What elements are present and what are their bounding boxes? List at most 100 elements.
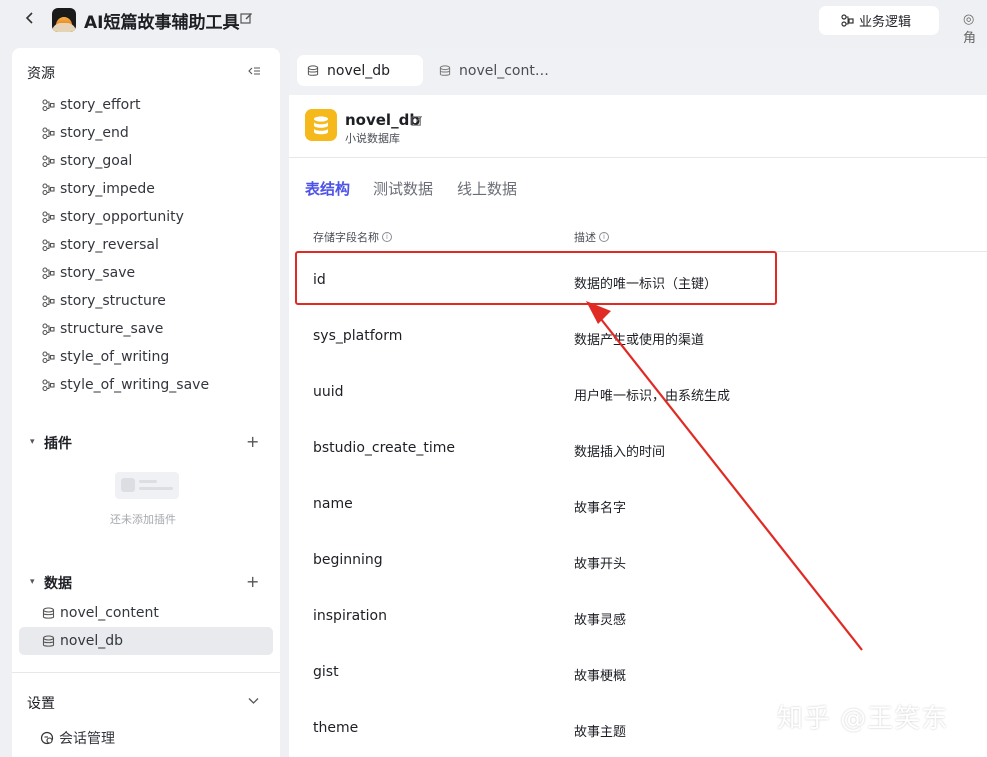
workflow-icon xyxy=(42,99,55,111)
column-header-desc: 描述 i xyxy=(574,229,609,245)
table-row-field: name xyxy=(313,496,353,512)
workflow-icon xyxy=(42,267,55,279)
table-row-field: bstudio_create_time xyxy=(313,440,455,456)
resource-item[interactable]: story_impede xyxy=(42,175,155,203)
data-title: 数据 xyxy=(44,576,72,592)
settings-item-session[interactable]: 会话管理 xyxy=(40,724,115,752)
database-name: novel_db xyxy=(345,111,421,129)
data-item-label: novel_db xyxy=(60,633,123,649)
table-row-field: uuid xyxy=(313,384,344,400)
table-row-field: inspiration xyxy=(313,608,387,624)
empty-plugins-illustration xyxy=(115,472,179,499)
subtab-test-data[interactable]: 测试数据 xyxy=(373,178,433,199)
column-header-field-label: 存储字段名称 xyxy=(313,231,379,244)
settings-item-label: 会话管理 xyxy=(59,731,115,747)
data-caret-icon[interactable]: ▾ xyxy=(30,577,35,587)
app-logo xyxy=(52,8,76,32)
tab-business-logic-label: 业务逻辑 xyxy=(859,15,912,30)
resource-item[interactable]: style_of_writing_save xyxy=(42,371,209,399)
workflow-icon xyxy=(42,323,55,335)
resource-item[interactable]: story_reversal xyxy=(42,231,159,259)
database-description: 小说数据库 xyxy=(345,132,400,145)
workflow-icon xyxy=(42,351,55,363)
workflow-icon xyxy=(42,379,55,391)
table-row-field: gist xyxy=(313,664,339,680)
table-row-field: theme xyxy=(313,720,359,736)
session-icon xyxy=(40,731,54,745)
tab-next[interactable]: ◎ 角 xyxy=(963,12,987,46)
main-panel: novel_db novel_cont… novel_db 小说数据库 表结构 … xyxy=(289,48,987,757)
resource-item-label: story_opportunity xyxy=(60,209,184,225)
back-icon[interactable] xyxy=(24,10,40,30)
resource-item[interactable]: story_end xyxy=(42,119,129,147)
resource-item[interactable]: story_effort xyxy=(42,91,140,119)
sidebar-divider xyxy=(12,672,280,673)
resource-item-label: story_save xyxy=(60,265,136,281)
table-header-divider xyxy=(305,251,987,252)
sidebar: 资源 story_effort story_end story_goal story_… xyxy=(12,48,280,757)
table-row-desc: 故事主题 xyxy=(574,725,627,740)
database-icon xyxy=(307,64,319,76)
resource-item[interactable]: style_of_writing xyxy=(42,343,169,371)
edit-icon[interactable] xyxy=(240,12,254,26)
resource-item-label: style_of_writing_save xyxy=(60,377,210,393)
table-row-desc: 数据的唯一标识（主键） xyxy=(574,277,718,292)
resource-item-label: story_structure xyxy=(60,293,166,309)
table-row-desc: 故事灵感 xyxy=(574,613,627,628)
data-item-novel-content[interactable]: novel_content xyxy=(42,599,159,627)
info-icon[interactable]: i xyxy=(382,232,392,242)
data-item-label: novel_content xyxy=(60,605,159,621)
resource-item-label: story_reversal xyxy=(60,237,159,253)
add-plugin-button[interactable]: + xyxy=(246,432,259,451)
resource-item-label: story_end xyxy=(60,125,129,141)
plugins-caret-icon[interactable]: ▾ xyxy=(30,437,35,447)
resources-title: 资源 xyxy=(27,66,55,82)
add-data-button[interactable]: + xyxy=(246,572,259,591)
resource-item[interactable]: story_save xyxy=(42,259,135,287)
resource-item-label: style_of_writing xyxy=(60,349,170,365)
edit-database-icon[interactable] xyxy=(411,115,423,131)
resource-item-label: story_goal xyxy=(60,153,133,169)
column-header-field: 存储字段名称 i xyxy=(313,229,392,245)
file-tab-bar: novel_db novel_cont… xyxy=(289,48,987,95)
tab-label: novel_db xyxy=(327,62,390,79)
database-icon xyxy=(42,606,55,619)
table-row-field: beginning xyxy=(313,552,383,568)
table-row-desc: 用户唯一标识，由系统生成 xyxy=(574,389,731,404)
tab-novel-content[interactable]: novel_cont… xyxy=(439,55,549,86)
resource-item[interactable]: story_structure xyxy=(42,287,166,315)
settings-chevron-down-icon[interactable] xyxy=(248,694,259,708)
resource-item-label: story_effort xyxy=(60,97,141,113)
resource-item-label: structure_save xyxy=(60,321,164,337)
table-row-field: sys_platform xyxy=(313,328,403,344)
table-row-desc: 故事梗概 xyxy=(574,669,627,684)
subtab-online-data[interactable]: 线上数据 xyxy=(457,178,517,199)
plugins-title: 插件 xyxy=(44,436,72,452)
workflow-icon xyxy=(42,295,55,307)
watermark: 知乎 @王笑东 xyxy=(777,704,949,734)
resource-item[interactable]: story_opportunity xyxy=(42,203,184,231)
table-row-desc: 故事名字 xyxy=(574,501,627,516)
info-icon[interactable]: i xyxy=(599,232,609,242)
settings-title: 设置 xyxy=(27,696,55,712)
collapse-sidebar-icon[interactable] xyxy=(248,66,260,76)
database-icon xyxy=(42,634,55,647)
tab-novel-db[interactable]: novel_db xyxy=(297,55,423,86)
workflow-icon xyxy=(42,211,55,223)
app-title: AI短篇故事辅助工具 xyxy=(84,13,240,33)
data-item-novel-db[interactable]: novel_db xyxy=(42,627,123,655)
table-row-field: id xyxy=(313,272,326,288)
resource-item[interactable]: structure_save xyxy=(42,315,163,343)
tab-next-label: 角 xyxy=(963,31,977,46)
tab-business-logic[interactable]: 业务逻辑 xyxy=(819,6,939,35)
database-badge-icon xyxy=(305,109,337,141)
plugins-empty-text: 还未添加插件 xyxy=(110,513,176,526)
resource-item-label: story_impede xyxy=(60,181,155,197)
header-divider xyxy=(289,157,987,158)
column-header-desc-label: 描述 xyxy=(574,231,596,244)
resource-item[interactable]: story_goal xyxy=(42,147,132,175)
subtab-schema[interactable]: 表结构 xyxy=(305,178,350,199)
workflow-icon xyxy=(42,239,55,251)
database-icon xyxy=(439,64,451,76)
workflow-icon xyxy=(42,183,55,195)
